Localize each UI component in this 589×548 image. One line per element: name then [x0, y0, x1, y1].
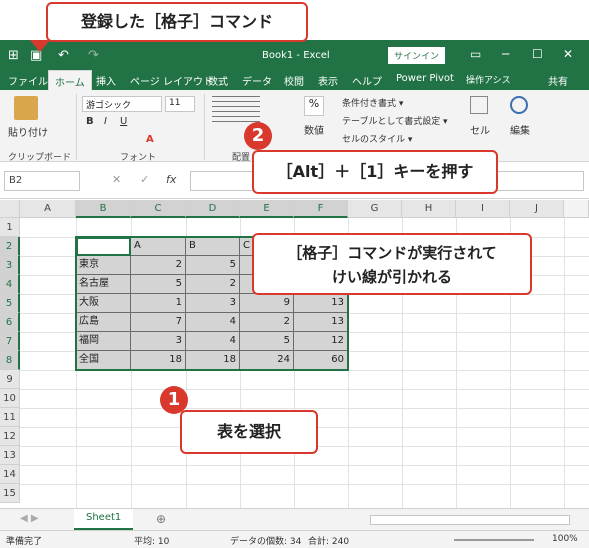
- column-header-h[interactable]: H: [402, 200, 456, 218]
- add-sheet-icon[interactable]: ⊕: [156, 512, 166, 526]
- percent-icon[interactable]: %: [304, 96, 324, 116]
- paste-icon[interactable]: [14, 96, 38, 120]
- cells-button[interactable]: セル: [470, 122, 490, 137]
- cells-icon[interactable]: [470, 96, 488, 114]
- status-average: 平均: 10: [134, 537, 170, 547]
- tab-data[interactable]: データ: [242, 73, 272, 88]
- minimize-button[interactable]: ─: [502, 47, 509, 61]
- callout-registered-command: 登録した［格子］コマンド: [46, 2, 308, 42]
- row-header-4[interactable]: 4: [0, 275, 20, 294]
- bold-button[interactable]: B: [86, 116, 94, 127]
- row-header-6[interactable]: 6: [0, 313, 20, 332]
- close-button[interactable]: ✕: [563, 47, 573, 61]
- redo-icon[interactable]: ↷: [88, 48, 99, 63]
- grid-icon[interactable]: ⊞: [8, 48, 19, 63]
- column-header-a[interactable]: A: [20, 200, 76, 218]
- column-header-d[interactable]: D: [186, 200, 240, 218]
- window-title: Book1 - Excel: [262, 50, 330, 61]
- column-header-f[interactable]: F: [294, 200, 348, 218]
- tab-insert[interactable]: 挿入: [96, 73, 116, 88]
- font-color-button[interactable]: A: [146, 134, 154, 145]
- sheet-tab-sheet1[interactable]: Sheet1: [74, 509, 134, 530]
- tab-formulas[interactable]: 数式: [208, 73, 228, 88]
- signin-button[interactable]: サインイン: [388, 47, 446, 64]
- row-header-10[interactable]: 10: [0, 389, 20, 408]
- callout-select-table: 表を選択: [180, 410, 318, 454]
- row-header-12[interactable]: 12: [0, 427, 20, 446]
- zoom-slider[interactable]: [454, 539, 534, 541]
- align-icon[interactable]: [212, 96, 260, 126]
- italic-button[interactable]: I: [104, 116, 107, 127]
- status-bar: 準備完了 平均: 10 データの個数: 34 合計: 240 100%: [0, 530, 589, 548]
- paste-button[interactable]: 貼り付け: [8, 124, 48, 139]
- column-header-j[interactable]: J: [510, 200, 564, 218]
- row-header-14[interactable]: 14: [0, 465, 20, 484]
- row-header-2[interactable]: 2: [0, 237, 20, 256]
- column-header-b[interactable]: B: [76, 200, 131, 218]
- tab-page-layout[interactable]: ページ レイアウト: [130, 73, 213, 88]
- status-sum: 合計: 240: [308, 537, 350, 547]
- column-header-g[interactable]: G: [348, 200, 402, 218]
- search-icon[interactable]: [510, 96, 528, 114]
- conditional-format-button[interactable]: 条件付き書式 ▾: [342, 96, 403, 109]
- underline-button[interactable]: U: [120, 116, 127, 127]
- row-header-5[interactable]: 5: [0, 294, 20, 313]
- ribbon-display-icon[interactable]: ▭: [470, 47, 481, 61]
- row-header-11[interactable]: 11: [0, 408, 20, 427]
- row-header-1[interactable]: 1: [0, 218, 20, 237]
- row-header-9[interactable]: 9: [0, 370, 20, 389]
- ribbon-tabs: ファイル ホーム 挿入 ページ レイアウト 数式 データ 校閲 表示 ヘルプ P…: [0, 70, 589, 90]
- column-header-c[interactable]: C: [131, 200, 186, 218]
- callout-grid-result: ［格子］コマンドが実行されて けい線が引かれる: [252, 233, 532, 295]
- number-group-button[interactable]: 数値: [304, 122, 324, 137]
- vertical-scrollbar[interactable]: [564, 200, 589, 218]
- status-ready: 準備完了: [6, 537, 43, 547]
- sheet-bar: ◀ ▶ Sheet1 ⊕: [0, 508, 589, 530]
- clipboard-group-label: クリップボード: [8, 153, 72, 163]
- edit-button[interactable]: 編集: [510, 122, 530, 137]
- row-header-3[interactable]: 3: [0, 256, 20, 275]
- tab-tell-me[interactable]: 操作アシス: [466, 73, 511, 86]
- tab-file[interactable]: ファイル: [8, 73, 48, 88]
- share-button[interactable]: 共有: [548, 73, 568, 88]
- row-header-8[interactable]: 8: [0, 351, 20, 370]
- align-group-label: 配置: [232, 153, 251, 163]
- row-header-7[interactable]: 7: [0, 332, 20, 351]
- row-header-15[interactable]: 15: [0, 484, 20, 503]
- function-icon[interactable]: fx: [166, 173, 176, 186]
- row-header-13[interactable]: 13: [0, 446, 20, 465]
- column-header-i[interactable]: I: [456, 200, 510, 218]
- zoom-level[interactable]: 100%: [552, 534, 578, 544]
- sheet-nav-icon[interactable]: ◀ ▶: [20, 513, 39, 524]
- select-all-corner[interactable]: [0, 200, 20, 218]
- callout-alt-key: ［Alt］＋［1］キーを押す: [252, 150, 498, 194]
- callout-grid-line-2: けい線が引かれる: [331, 268, 452, 286]
- tab-help[interactable]: ヘルプ: [352, 73, 382, 88]
- name-box[interactable]: B2: [4, 171, 80, 191]
- tab-review[interactable]: 校閲: [284, 73, 304, 88]
- enter-icon[interactable]: ✓: [140, 173, 149, 186]
- column-header-e[interactable]: E: [240, 200, 294, 218]
- step-2-badge: 2: [244, 122, 272, 150]
- undo-icon[interactable]: ↶: [58, 48, 69, 63]
- font-size-select[interactable]: 11: [165, 96, 195, 112]
- table-format-button[interactable]: テーブルとして書式設定 ▾: [342, 114, 448, 127]
- callout-pointer: [30, 40, 50, 52]
- horizontal-scrollbar[interactable]: [370, 515, 570, 525]
- font-group-label: フォント: [120, 153, 157, 163]
- callout-grid-line-1: ［格子］コマンドが実行されて: [287, 244, 497, 262]
- maximize-button[interactable]: ☐: [532, 47, 543, 61]
- tab-view[interactable]: 表示: [318, 73, 338, 88]
- cell-style-button[interactable]: セルのスタイル ▾: [342, 132, 412, 145]
- tab-power-pivot[interactable]: Power Pivot: [396, 73, 454, 84]
- status-count: データの個数: 34: [230, 537, 302, 547]
- title-bar: ⊞ ▣ ↶ ↷ Book1 - Excel サインイン ▭ ─ ☐ ✕: [0, 40, 589, 70]
- cancel-icon[interactable]: ✕: [112, 173, 121, 186]
- font-name-select[interactable]: 游ゴシック: [82, 96, 162, 112]
- tab-home[interactable]: ホーム: [48, 70, 92, 90]
